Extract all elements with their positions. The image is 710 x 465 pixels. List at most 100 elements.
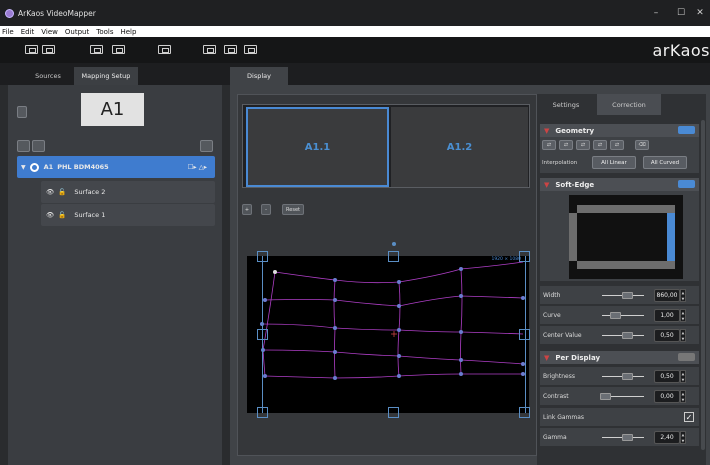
- fullscreen-icon[interactable]: [42, 45, 55, 54]
- align-icon[interactable]: ⇄: [610, 140, 624, 150]
- list-item[interactable]: 👁 🔓 Surface 1: [41, 204, 215, 226]
- zoom-out-button[interactable]: -: [261, 204, 271, 215]
- gamma-slider[interactable]: [622, 434, 633, 441]
- tab-sources[interactable]: Sources: [28, 67, 68, 85]
- soft-edge-toggle[interactable]: [678, 180, 695, 188]
- all-curved-button[interactable]: All Curved: [643, 156, 687, 169]
- layer-group-row[interactable]: ▼ A1 PHL BDM4065 ☐▸ △▸: [17, 156, 215, 178]
- geometry-toggle[interactable]: [678, 126, 695, 134]
- brightness-slider[interactable]: [622, 373, 633, 380]
- link-gammas-checkbox[interactable]: ✓: [684, 412, 694, 422]
- edit-icon[interactable]: [244, 45, 257, 54]
- center-value-spinner[interactable]: ▲ ▼: [680, 329, 686, 342]
- curve-slider[interactable]: [610, 312, 621, 319]
- add-group-icon[interactable]: [17, 140, 30, 152]
- close-button[interactable]: ✕: [690, 0, 710, 26]
- unlink-icon[interactable]: [112, 45, 125, 54]
- collapse-arrow-icon[interactable]: ▼: [544, 354, 549, 362]
- collapse-arrow-icon[interactable]: ▼: [21, 164, 26, 171]
- link-icon[interactable]: [90, 45, 103, 54]
- corner-handle[interactable]: [257, 407, 268, 418]
- collapse-arrow-icon[interactable]: ▼: [544, 181, 549, 189]
- curve-spinner[interactable]: ▲ ▼: [680, 309, 686, 322]
- menu-tools[interactable]: Tools: [94, 28, 118, 36]
- eye-icon[interactable]: 👁: [46, 188, 54, 196]
- soft-edge-header[interactable]: ▼ Soft-Edge: [540, 178, 699, 191]
- center-value[interactable]: 0,50: [654, 329, 680, 342]
- screen-icon[interactable]: [25, 45, 38, 54]
- add-layer-icon[interactable]: [32, 140, 45, 152]
- per-display-header[interactable]: ▼ Per Display: [540, 351, 699, 364]
- tab-correction[interactable]: Correction: [597, 94, 661, 115]
- resolution-label: 1920 × 1080: [491, 257, 521, 262]
- add-surface-button[interactable]: [200, 140, 213, 152]
- fit-icon[interactable]: [158, 45, 171, 54]
- settings-icon[interactable]: [224, 45, 237, 54]
- lock-icon[interactable]: 🔓: [58, 211, 66, 219]
- soft-edge-preview[interactable]: [569, 195, 683, 279]
- corner-handle[interactable]: [519, 251, 530, 262]
- menu-help[interactable]: Help: [118, 28, 141, 36]
- align-icon[interactable]: ⇄: [542, 140, 556, 150]
- width-label: Width: [543, 291, 561, 299]
- contrast-spinner[interactable]: ▲ ▼: [680, 390, 686, 403]
- edge-handle[interactable]: [388, 251, 399, 262]
- minimize-button[interactable]: –: [643, 0, 669, 26]
- eye-icon[interactable]: 👁: [46, 211, 54, 219]
- panel-scrollbar[interactable]: [701, 120, 705, 450]
- edge-handle[interactable]: [388, 407, 399, 418]
- corner-handle[interactable]: [519, 407, 530, 418]
- display-thumb-a1-1[interactable]: A1.1: [246, 107, 389, 187]
- center-value-row: Center Value 0,50 ▲ ▼: [540, 326, 699, 344]
- zoom-in-button[interactable]: +: [242, 204, 252, 215]
- collapse-arrow-icon[interactable]: ▼: [544, 127, 549, 135]
- gamma-row: Gamma 2,40 ▲ ▼: [540, 428, 699, 446]
- contrast-value[interactable]: 0,00: [654, 390, 680, 403]
- warp-canvas[interactable]: 1920 × 1080: [247, 256, 529, 413]
- per-display-toggle[interactable]: [678, 353, 695, 361]
- tab-mapping-setup[interactable]: Mapping Setup: [74, 67, 138, 85]
- align-icon[interactable]: ⇄: [593, 140, 607, 150]
- section-title: Geometry: [555, 126, 595, 135]
- brightness-spinner[interactable]: ▲ ▼: [680, 370, 686, 383]
- info-button[interactable]: [17, 106, 27, 118]
- corner-handle[interactable]: [257, 251, 268, 262]
- edge-handle[interactable]: [257, 329, 268, 340]
- menu-file[interactable]: File: [0, 28, 19, 36]
- geometry-header[interactable]: ▼ Geometry: [540, 124, 699, 137]
- curve-value[interactable]: 1,00: [654, 309, 680, 322]
- group-name: PHL BDM4065: [57, 163, 109, 171]
- width-spinner[interactable]: ▲ ▼: [680, 289, 686, 302]
- geometry-body: ⇄ ⇄ ⇄ ⇄ ⇄ ⌫ Interpolation All Linear All…: [540, 137, 699, 173]
- group-flags: ☐▸ △▸: [187, 163, 207, 171]
- record-icon[interactable]: [29, 162, 39, 172]
- warp-grid[interactable]: [247, 256, 529, 413]
- lock-icon[interactable]: 🔓: [58, 188, 66, 196]
- align-icon[interactable]: ⇄: [559, 140, 573, 150]
- tab-strip: Sources Mapping Setup Display: [0, 63, 710, 85]
- reset-button[interactable]: Reset: [282, 204, 304, 215]
- gamma-value[interactable]: 2,40: [654, 431, 680, 444]
- tab-display[interactable]: Display: [230, 67, 288, 85]
- contrast-slider[interactable]: [600, 393, 611, 400]
- gamma-spinner[interactable]: ▲ ▼: [680, 431, 686, 444]
- rotate-handle[interactable]: [392, 242, 396, 246]
- menu-output[interactable]: Output: [63, 28, 94, 36]
- all-linear-button[interactable]: All Linear: [592, 156, 636, 169]
- list-item[interactable]: 👁 🔓 Surface 2: [41, 181, 215, 203]
- display-thumbnails: A1.1 A1.2: [242, 104, 530, 188]
- brightness-label: Brightness: [543, 372, 575, 380]
- output-icon[interactable]: [203, 45, 216, 54]
- width-slider[interactable]: [622, 292, 633, 299]
- center-value-slider[interactable]: [622, 332, 633, 339]
- width-value[interactable]: 860,00: [654, 289, 680, 302]
- edge-handle[interactable]: [519, 329, 530, 340]
- group-id: A1: [43, 163, 54, 171]
- menu-view[interactable]: View: [39, 28, 63, 36]
- align-icon[interactable]: ⇄: [576, 140, 590, 150]
- brightness-value[interactable]: 0,50: [654, 370, 680, 383]
- display-thumb-a1-2[interactable]: A1.2: [391, 107, 528, 187]
- menu-edit[interactable]: Edit: [19, 28, 40, 36]
- clear-icon[interactable]: ⌫: [635, 140, 649, 150]
- tab-settings[interactable]: Settings: [543, 94, 589, 115]
